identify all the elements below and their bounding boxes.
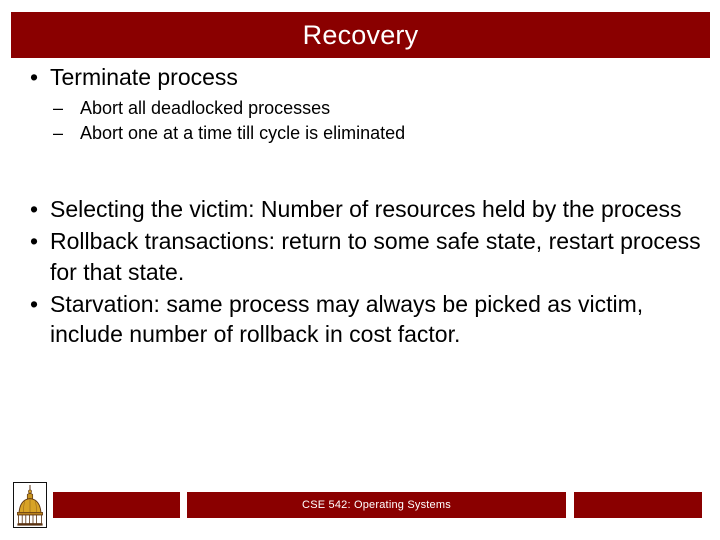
- slide-footer: CSE 542: Operating Systems: [0, 482, 720, 540]
- slide-body: • Terminate process – Abort all deadlock…: [0, 62, 720, 350]
- bullet-text: Selecting the victim: Number of resource…: [50, 196, 682, 223]
- sub-bullet-text: Abort all deadlocked processes: [80, 98, 331, 119]
- slide-title-banner: Recovery: [11, 12, 710, 58]
- bullet-text: Rollback transactions: return to some sa…: [50, 228, 701, 285]
- bullet-marker-icon: •: [30, 291, 39, 318]
- bullet-starvation: • Starvation: same process may always be…: [0, 289, 720, 350]
- footer-bar-center: CSE 542: Operating Systems: [187, 492, 566, 518]
- footer-bar-left: [53, 492, 180, 518]
- slide: Recovery • Terminate process – Abort all…: [0, 0, 720, 540]
- bullet-rollback-transactions: • Rollback transactions: return to some …: [0, 226, 720, 287]
- bullet-terminate-process: • Terminate process: [0, 62, 720, 92]
- footer-bar-right: [574, 492, 702, 518]
- sub-bullet-abort-all: – Abort all deadlocked processes: [0, 96, 720, 121]
- footer-course-label: CSE 542: Operating Systems: [302, 498, 451, 511]
- bullet-text: Starvation: same process may always be p…: [50, 291, 644, 348]
- bullet-marker-icon: •: [30, 196, 39, 223]
- bullet-text: Terminate process: [50, 64, 238, 90]
- bullet-marker-icon: •: [30, 228, 39, 255]
- page-title: Recovery: [302, 19, 419, 50]
- sub-bullet-text: Abort one at a time till cycle is elimin…: [80, 123, 406, 144]
- dash-marker-icon: –: [53, 123, 64, 144]
- golden-dome-building-logo-icon: [13, 482, 47, 528]
- sub-bullet-abort-one-at-a-time: – Abort one at a time till cycle is elim…: [0, 121, 720, 146]
- bullet-marker-icon: •: [30, 64, 39, 90]
- dash-marker-icon: –: [53, 98, 64, 119]
- bullet-selecting-the-victim: • Selecting the victim: Number of resour…: [0, 194, 720, 224]
